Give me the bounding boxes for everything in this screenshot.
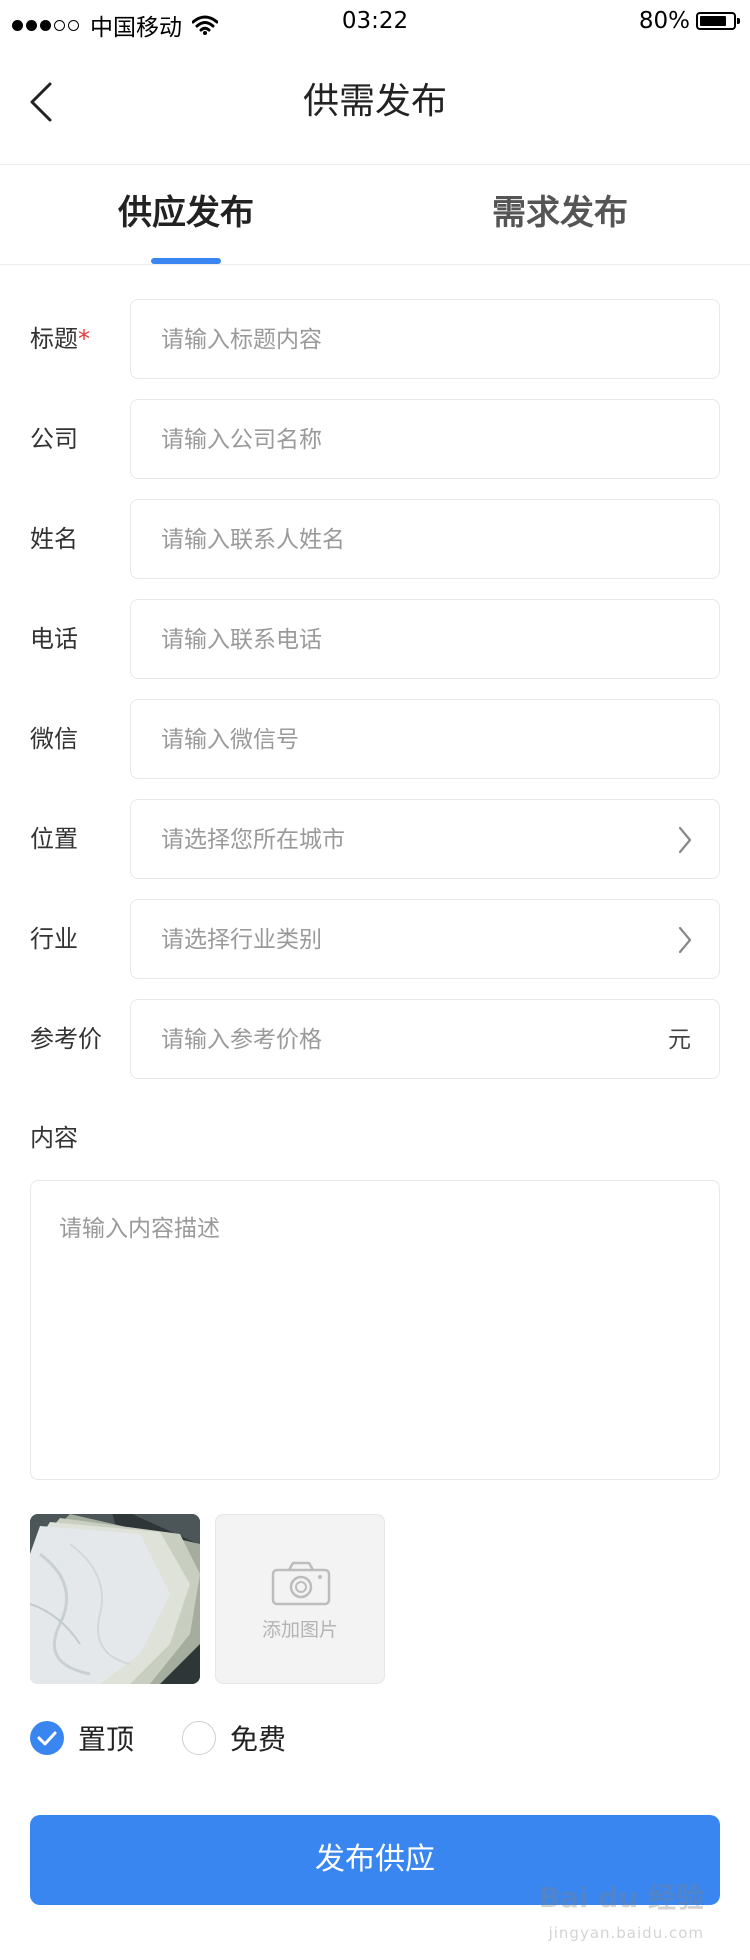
free-label: 免费: [230, 1723, 287, 1756]
price-field: 元: [130, 999, 720, 1080]
checkbox-checked-icon[interactable]: [30, 1721, 64, 1755]
form-row-name: 姓名: [0, 499, 750, 580]
price-unit: 元: [668, 1027, 691, 1053]
wechat-label: 微信: [30, 725, 78, 753]
company-label: 公司: [30, 425, 78, 453]
camera-icon: [271, 1561, 331, 1606]
location-input[interactable]: [159, 800, 633, 880]
content-field: [30, 1180, 720, 1480]
wechat-field: [130, 699, 720, 780]
price-label: 参考价: [30, 1025, 102, 1053]
name-field: [130, 499, 720, 580]
form-row-phone: 电话: [0, 599, 750, 680]
battery-percent: 80%: [638, 8, 690, 34]
form-row-wechat: 微信: [0, 699, 750, 780]
content-label: 内容: [30, 1124, 78, 1152]
title-input[interactable]: [159, 300, 633, 380]
title-label: 标题: [30, 325, 78, 353]
form-row-location: 位置: [0, 799, 750, 880]
free-option[interactable]: 免费: [182, 1720, 286, 1756]
industry-input[interactable]: [159, 900, 633, 980]
form-row-industry: 行业: [0, 899, 750, 980]
industry-select[interactable]: [130, 899, 720, 980]
watermark-url: jingyan.baidu.com: [548, 1924, 704, 1942]
navigation-bar: 供需发布: [0, 40, 750, 165]
location-label: 位置: [30, 825, 78, 853]
company-field: [130, 399, 720, 480]
phone-label: 电话: [30, 625, 78, 653]
name-label: 姓名: [30, 525, 78, 553]
phone-input[interactable]: [159, 600, 633, 680]
clock: 03:22: [341, 8, 409, 34]
page-title: 供需发布: [302, 81, 447, 122]
checkbox-unchecked-icon[interactable]: [182, 1721, 216, 1755]
tile-samples-image: [30, 1514, 200, 1684]
active-tab-indicator: [151, 258, 221, 264]
price-input[interactable]: [159, 1000, 633, 1080]
tab-demand-publish[interactable]: 需求发布: [430, 190, 690, 236]
watermark-logo: Bai du 经验: [538, 1881, 704, 1914]
company-input[interactable]: [159, 400, 633, 480]
pin-to-top-label: 置顶: [78, 1723, 135, 1756]
wechat-input[interactable]: [159, 700, 633, 780]
status-bar: 中国移动 03:22 80%: [0, 0, 750, 41]
title-field: [130, 299, 720, 380]
phone-field: [130, 599, 720, 680]
chevron-right-icon: [678, 926, 692, 954]
add-image-button[interactable]: 添加图片: [215, 1514, 385, 1684]
content-textarea[interactable]: [57, 1207, 691, 1451]
chevron-right-icon: [678, 826, 692, 854]
form-row-company: 公司: [0, 399, 750, 480]
industry-label: 行业: [30, 925, 78, 953]
uploaded-image-thumbnail[interactable]: [30, 1514, 200, 1684]
checkmark-icon: [37, 1731, 57, 1746]
pin-to-top-option[interactable]: 置顶: [30, 1720, 134, 1756]
battery-level: [700, 16, 726, 26]
tab-supply-publish[interactable]: 供应发布: [56, 190, 316, 236]
form-row-price: 参考价 元: [0, 999, 750, 1080]
battery-icon: [696, 12, 740, 30]
form-row-title: 标题*: [0, 299, 750, 380]
contact-name-input[interactable]: [159, 500, 633, 580]
add-image-label: 添加图片: [261, 1619, 338, 1641]
required-mark: *: [78, 325, 90, 353]
location-select[interactable]: [130, 799, 720, 880]
tab-bar: 供应发布 需求发布: [0, 164, 750, 265]
